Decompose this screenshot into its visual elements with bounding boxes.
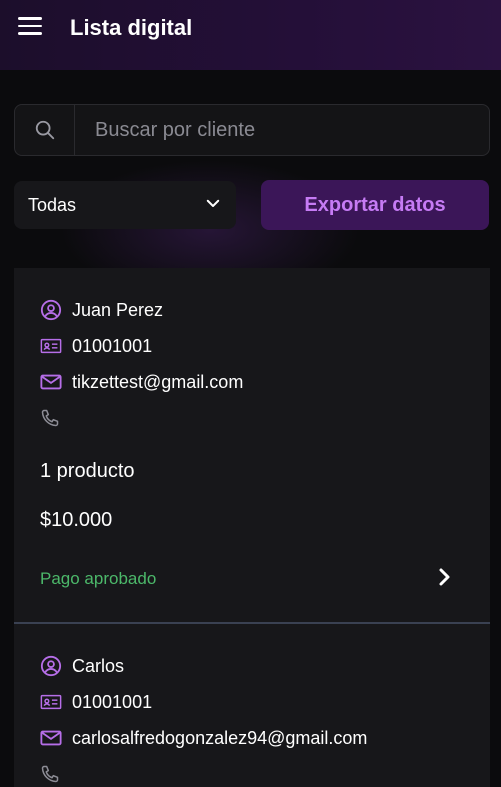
customer-name-row: Juan Perez (40, 292, 464, 328)
status-filter-select[interactable]: Todas (14, 181, 236, 229)
status-badge: Pago aprobado (40, 569, 157, 588)
user-circle-icon (40, 655, 72, 677)
phone-icon (40, 764, 72, 784)
order-status-row: Pago aprobado (40, 544, 464, 614)
chevron-down-icon (204, 194, 222, 217)
search-icon[interactable] (15, 105, 75, 155)
order-card[interactable]: Juan Perez 01001001 tikzettest@gmail.com… (14, 268, 490, 622)
customer-dni-row: 01001001 (40, 328, 464, 364)
product-count: 1 producto (40, 460, 135, 482)
customer-dni-row: 01001001 (40, 684, 464, 720)
top-app-bar: Lista digital (0, 0, 501, 70)
search-bar (14, 104, 490, 156)
customer-email: tikzettest@gmail.com (72, 371, 244, 392)
search-input[interactable] (75, 105, 489, 155)
customer-email: carlosalfredogonzalez94@gmail.com (72, 727, 368, 748)
customer-email-row: tikzettest@gmail.com (40, 364, 464, 400)
chevron-right-icon[interactable] (436, 567, 452, 592)
customer-phone-row (40, 756, 464, 787)
customer-name-row: Carlos (40, 648, 464, 684)
orders-list: Juan Perez 01001001 tikzettest@gmail.com… (14, 268, 490, 787)
mail-icon (40, 373, 72, 391)
menu-icon[interactable] (18, 17, 42, 37)
export-data-button[interactable]: Exportar datos (261, 180, 489, 230)
phone-icon (40, 408, 72, 428)
customer-name: Carlos (72, 655, 125, 676)
customer-dni: 01001001 (72, 691, 153, 712)
customer-dni: 01001001 (72, 335, 153, 356)
customer-phone-row (40, 400, 464, 436)
id-card-icon (40, 337, 72, 355)
id-card-icon (40, 693, 72, 711)
customer-name: Juan Perez (72, 299, 164, 320)
page-title: Lista digital (70, 15, 193, 40)
customer-email-row: carlosalfredogonzalez94@gmail.com (40, 720, 464, 756)
mail-icon (40, 729, 72, 747)
order-card[interactable]: Carlos 01001001 carlosalfredogonzalez94@… (14, 622, 490, 787)
order-amount: $10.000 (40, 509, 113, 531)
filter-selected-value: Todas (28, 194, 77, 215)
user-circle-icon (40, 299, 72, 321)
